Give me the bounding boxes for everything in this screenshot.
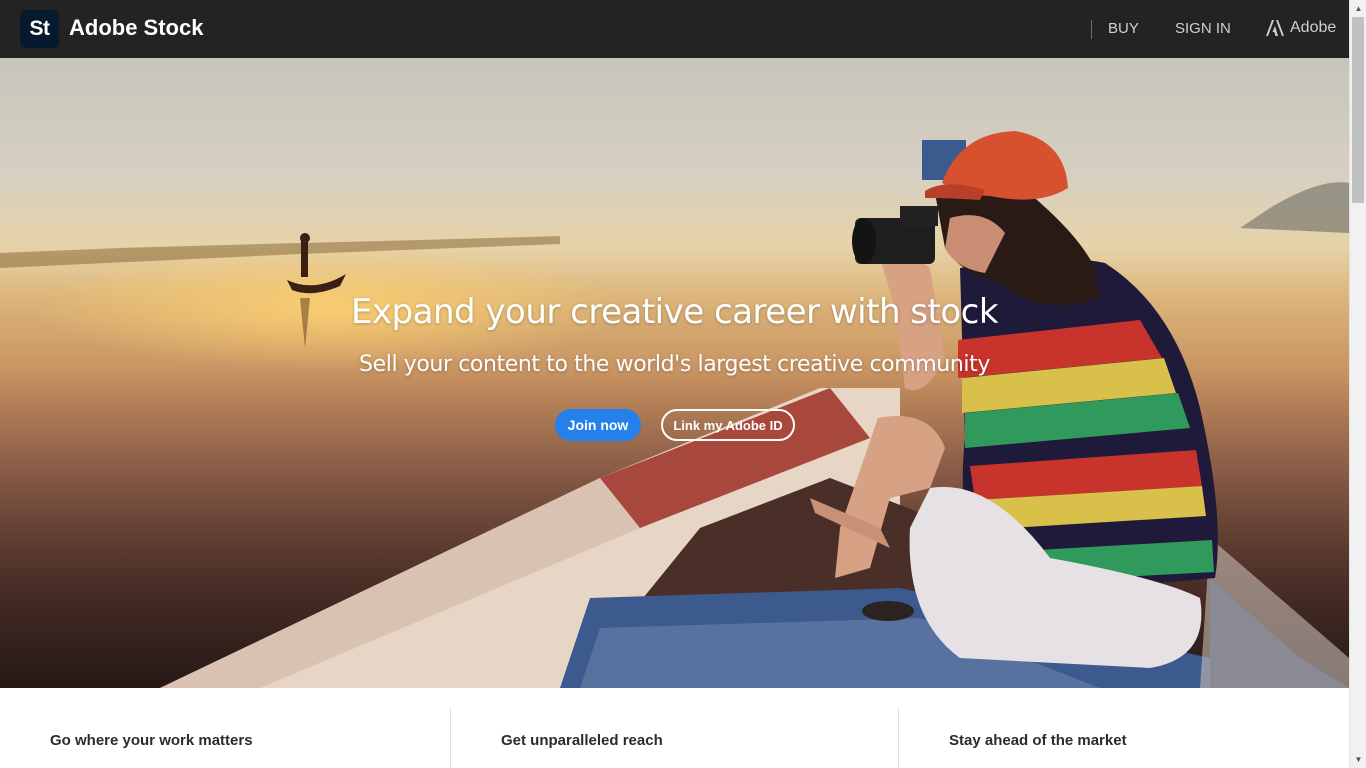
scroll-thumb[interactable]: [1352, 17, 1364, 203]
adobe-stock-logo-icon[interactable]: St: [20, 10, 59, 48]
adobe-link-label: Adobe: [1290, 19, 1337, 36]
hero-title: Expand your creative career with stock: [350, 292, 999, 332]
feature-title: Stay ahead of the market: [949, 732, 1127, 749]
feature-title: Go where your work matters: [50, 732, 253, 749]
adobe-logo-icon: [1266, 20, 1284, 36]
nav-divider: [1091, 20, 1092, 39]
adobe-link[interactable]: Adobe: [1266, 19, 1336, 37]
brand-name[interactable]: Adobe Stock: [69, 15, 203, 41]
features-section: Go where your work matters Get unparalle…: [0, 688, 1349, 768]
feature-title: Get unparalleled reach: [501, 732, 663, 749]
link-adobe-id-button[interactable]: Link my Adobe ID: [661, 409, 795, 441]
feature-divider: [450, 708, 451, 768]
top-navigation-bar: St Adobe Stock BUY SIGN IN Adobe: [0, 0, 1349, 58]
buy-link[interactable]: BUY: [1108, 20, 1139, 37]
join-now-button[interactable]: Join now: [555, 409, 641, 441]
vertical-scrollbar[interactable]: ▲ ▼: [1349, 0, 1366, 768]
scroll-up-arrow-icon[interactable]: ▲: [1350, 0, 1366, 17]
hero-subtitle: Sell your content to the world's largest…: [359, 352, 990, 377]
hero-banner: Expand your creative career with stock S…: [0, 58, 1349, 688]
sign-in-link[interactable]: SIGN IN: [1175, 20, 1231, 37]
feature-divider: [898, 708, 899, 768]
scroll-down-arrow-icon[interactable]: ▼: [1350, 751, 1366, 768]
